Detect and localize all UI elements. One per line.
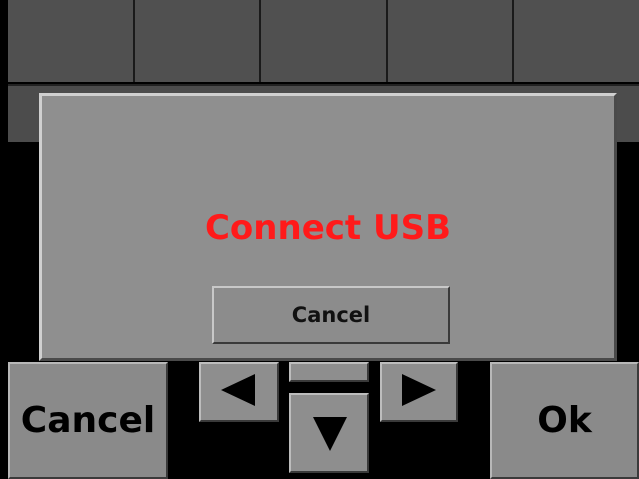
connect-usb-dialog: Connect USB Cancel: [39, 93, 617, 361]
top-tile[interactable]: [514, 0, 639, 82]
ok-button[interactable]: Ok: [490, 362, 639, 479]
arrow-right-icon: [402, 374, 436, 406]
arrow-down-icon: [313, 417, 347, 451]
down-arrow-button[interactable]: [289, 393, 369, 473]
arrow-left-icon: [221, 374, 255, 406]
top-tile-row: [8, 0, 639, 84]
left-arrow-button[interactable]: [199, 362, 279, 422]
top-tile[interactable]: [134, 0, 262, 82]
dialog-cancel-button[interactable]: Cancel: [212, 286, 450, 344]
up-arrow-button[interactable]: [289, 362, 369, 382]
top-tile[interactable]: [8, 0, 135, 82]
cancel-button[interactable]: Cancel: [8, 362, 168, 479]
right-arrow-button[interactable]: [380, 362, 458, 422]
device-screen: Cancel Ok Connect USB Cancel: [0, 0, 639, 479]
top-tile[interactable]: [387, 0, 515, 82]
top-tile[interactable]: [261, 0, 388, 82]
dialog-message: Connect USB: [204, 208, 452, 248]
